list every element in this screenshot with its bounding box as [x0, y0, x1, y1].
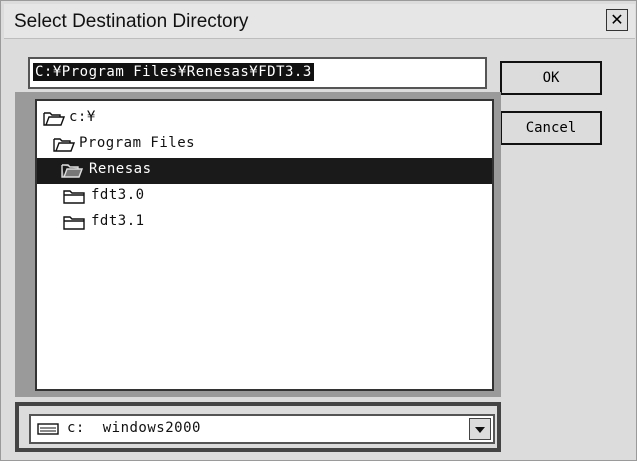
chevron-down-icon	[475, 427, 485, 433]
open-folder-icon	[61, 164, 83, 178]
closed-folder-icon	[63, 216, 85, 230]
tree-item-label: Renesas	[89, 161, 152, 177]
drive-icon	[37, 423, 59, 435]
tree-item-label: fdt3.1	[91, 213, 145, 229]
closed-folder-icon	[63, 190, 85, 204]
tree-item-fdt3-0[interactable]: fdt3.0	[37, 184, 492, 210]
select-directory-dialog: Select Destination Directory ✕ C:¥Progra…	[0, 0, 637, 461]
drive-dropdown-button[interactable]	[469, 418, 491, 440]
directory-tree[interactable]: c:¥ Program Files Renesas fdt3.0 fdt3.1	[35, 99, 494, 391]
tree-item-c-root[interactable]: c:¥	[37, 106, 492, 132]
open-folder-icon	[43, 112, 65, 126]
drive-select[interactable]: c: windows2000	[29, 414, 495, 444]
tree-item-label: fdt3.0	[91, 187, 145, 203]
tree-item-label: Program Files	[79, 135, 196, 151]
dialog-title: Select Destination Directory	[14, 11, 249, 32]
drive-selector-frame: c: windows2000	[15, 402, 501, 452]
tree-item-fdt3-1[interactable]: fdt3.1	[37, 210, 492, 236]
path-field[interactable]: C:¥Program Files¥Renesas¥FDT3.3	[28, 57, 487, 89]
close-icon: ✕	[610, 10, 624, 29]
directory-tree-frame: c:¥ Program Files Renesas fdt3.0 fdt3.1	[15, 92, 501, 397]
tree-item-program-files[interactable]: Program Files	[37, 132, 492, 158]
drive-select-value: c: windows2000	[67, 420, 201, 436]
path-field-value: C:¥Program Files¥Renesas¥FDT3.3	[33, 63, 314, 81]
open-folder-icon	[53, 138, 75, 152]
title-bar: Select Destination Directory ✕	[4, 4, 635, 39]
tree-item-renesas[interactable]: Renesas	[37, 158, 492, 184]
ok-button[interactable]: OK	[500, 61, 602, 95]
tree-item-label: c:¥	[69, 109, 96, 125]
close-button[interactable]: ✕	[606, 9, 628, 31]
cancel-button[interactable]: Cancel	[500, 111, 602, 145]
